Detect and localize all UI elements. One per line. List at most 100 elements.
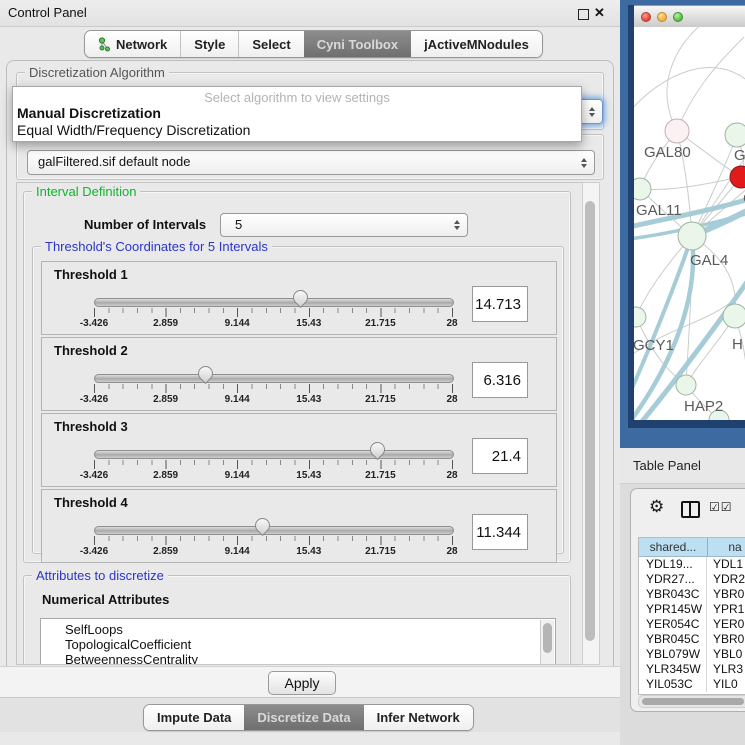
table-horizontal-scrollbar-thumb[interactable] bbox=[642, 698, 744, 705]
table-data-combobox[interactable]: galFiltered.sif default node bbox=[27, 150, 595, 175]
tab-style[interactable]: Style bbox=[181, 31, 238, 57]
settings-scroll-viewport[interactable]: Interval Definition Number of Intervals … bbox=[16, 182, 584, 665]
attributes-to-discretize-group: Attributes to discretize Numerical Attri… bbox=[23, 575, 571, 665]
table-row[interactable]: YBR043C YBR0 bbox=[639, 587, 745, 602]
control-panel-tabs: Network Style Select Cyni Toolbox jActiv… bbox=[84, 30, 543, 58]
slider-major-ticks bbox=[94, 308, 454, 317]
table-header-row: shared... na bbox=[639, 538, 745, 557]
table-row[interactable]: YLR345W YLR3 bbox=[639, 662, 745, 677]
node-gal11[interactable] bbox=[634, 178, 651, 200]
threshold-3-slider-track[interactable] bbox=[94, 450, 454, 459]
apply-strip: Apply bbox=[0, 666, 620, 698]
number-of-intervals-label: Number of Intervals bbox=[84, 217, 206, 232]
table-horizontal-scrollbar[interactable] bbox=[638, 695, 745, 708]
svg-text:GAL4: GAL4 bbox=[690, 252, 728, 269]
node-gal4[interactable] bbox=[678, 222, 706, 250]
threshold-3-panel: Threshold 3 -3.426 2.859 9.144 15.43 21.… bbox=[41, 413, 557, 487]
node-hap2[interactable] bbox=[676, 375, 696, 395]
column-header-shared-name[interactable]: shared... bbox=[639, 538, 708, 556]
tab-cyni-toolbox[interactable]: Cyni Toolbox bbox=[304, 31, 411, 57]
gear-icon[interactable]: ⚙ bbox=[649, 497, 664, 517]
group-title: Interval Definition bbox=[32, 184, 140, 199]
network-window-titlebar[interactable] bbox=[634, 5, 745, 29]
threshold-1-panel: Threshold 1 -3.426 2.859 9.144 15.43 21.… bbox=[41, 261, 557, 335]
tab-infer-network[interactable]: Infer Network bbox=[364, 705, 473, 730]
tab-label: Infer Network bbox=[377, 710, 460, 725]
threshold-3-value-field[interactable]: 21.4 bbox=[472, 438, 528, 474]
threshold-4-value-field[interactable]: 11.344 bbox=[472, 514, 528, 550]
panel-title: Control Panel bbox=[8, 0, 87, 26]
svg-text:H: H bbox=[732, 336, 743, 353]
table-row[interactable]: YBL079W YBL0 bbox=[639, 647, 745, 662]
list-item[interactable]: SelfLoops bbox=[65, 622, 123, 637]
list-item[interactable]: TopologicalCoefficient bbox=[65, 637, 191, 652]
settings-scrollbar-thumb[interactable] bbox=[585, 201, 595, 641]
column-header-name[interactable]: na bbox=[708, 538, 745, 556]
tab-label: jActiveMNodules bbox=[424, 37, 529, 52]
popup-item-manual-discretization[interactable]: Manual Discretization bbox=[17, 105, 161, 121]
spinner-value: 5 bbox=[235, 214, 242, 236]
threshold-2-value-field[interactable]: 6.316 bbox=[472, 362, 528, 398]
table-row[interactable]: YBR045C YBR0 bbox=[639, 632, 745, 647]
settings-scrollbar[interactable] bbox=[582, 182, 600, 665]
svg-text:GA: GA bbox=[734, 147, 745, 164]
list-scrollbar-thumb[interactable] bbox=[543, 623, 552, 653]
slider-tick-labels: -3.426 2.859 9.144 15.43 21.715 28 bbox=[94, 470, 452, 482]
numerical-attributes-label: Numerical Attributes bbox=[42, 592, 169, 607]
threshold-4-panel: Threshold 4 -3.426 2.859 9.144 15.43 21.… bbox=[41, 489, 557, 563]
list-item[interactable]: BetweennessCentrality bbox=[65, 652, 198, 665]
node-attribute-table[interactable]: shared... na YDL19... YDL1 YDR27... YDR2… bbox=[638, 537, 745, 695]
slider-major-ticks bbox=[94, 460, 454, 469]
thresholds-coordinates-group: Threshold's Coordinates for 5 Intervals … bbox=[32, 246, 564, 554]
node-gal80[interactable] bbox=[665, 119, 689, 143]
number-of-intervals-spinner[interactable]: 5 bbox=[220, 213, 468, 237]
tab-select[interactable]: Select bbox=[239, 31, 303, 57]
node-right-h[interactable] bbox=[723, 304, 745, 328]
table-row[interactable]: YIL053C YIL0 bbox=[639, 677, 745, 692]
algorithm-dropdown-popup: Select algorithm to view settings Manual… bbox=[12, 86, 582, 142]
cyni-mode-tabs: Impute Data Discretize Data Infer Networ… bbox=[143, 704, 474, 731]
column-layout-icon[interactable] bbox=[681, 501, 700, 518]
node-gcy1[interactable] bbox=[634, 307, 646, 327]
tab-jactivemnodules[interactable]: jActiveMNodules bbox=[411, 31, 542, 57]
threshold-2-slider-track[interactable] bbox=[94, 374, 454, 383]
svg-text:GAL80: GAL80 bbox=[644, 144, 691, 161]
threshold-label: Threshold 4 bbox=[54, 495, 128, 510]
node-top-right[interactable] bbox=[725, 123, 745, 147]
network-nodes[interactable] bbox=[634, 119, 745, 420]
popup-item-equal-width-frequency[interactable]: Equal Width/Frequency Discretization bbox=[17, 122, 250, 138]
tab-discretize-data[interactable]: Discretize Data bbox=[244, 705, 363, 730]
float-window-icon[interactable] bbox=[578, 9, 589, 20]
tab-network[interactable]: Network bbox=[85, 31, 180, 57]
threshold-4-slider-track[interactable] bbox=[94, 526, 454, 535]
minimize-traffic-light[interactable] bbox=[657, 12, 667, 22]
tab-impute-data[interactable]: Impute Data bbox=[144, 705, 244, 730]
table-row[interactable]: YDL19... YDL1 bbox=[639, 557, 745, 572]
popup-prompt: Select algorithm to view settings bbox=[13, 90, 581, 105]
network-view-canvas[interactable]: GAL80 GA C GAL11 GAL4 GCY1 H HAP2 bbox=[634, 27, 745, 420]
node-red-selected[interactable] bbox=[730, 166, 745, 188]
table-panel-titlebar: Table Panel bbox=[620, 448, 745, 484]
table-row[interactable]: YDR27... YDR2 bbox=[639, 572, 745, 587]
table-row[interactable]: YER054C YER0 bbox=[639, 617, 745, 632]
threshold-label: Threshold 3 bbox=[54, 419, 128, 434]
threshold-1-slider-track[interactable] bbox=[94, 298, 454, 307]
combo-arrows-icon bbox=[589, 107, 595, 117]
slider-major-ticks bbox=[94, 536, 454, 545]
control-panel: Control Panel ✕ Network Style bbox=[0, 0, 621, 745]
close-traffic-light[interactable] bbox=[641, 12, 651, 22]
apply-button[interactable]: Apply bbox=[268, 671, 336, 695]
list-scrollbar[interactable] bbox=[540, 620, 554, 665]
spinner-arrows-icon bbox=[454, 220, 460, 230]
zoom-traffic-light[interactable] bbox=[673, 12, 683, 22]
tab-label: Discretize Data bbox=[257, 710, 350, 725]
table-row[interactable]: YPR145W YPR1 bbox=[639, 602, 745, 617]
slider-tick-labels: -3.426 2.859 9.144 15.43 21.715 28 bbox=[94, 318, 452, 330]
tab-label: Style bbox=[194, 37, 225, 52]
numerical-attributes-list[interactable]: SelfLoops TopologicalCoefficient Between… bbox=[40, 618, 556, 665]
close-icon[interactable]: ✕ bbox=[594, 5, 605, 21]
combo-value: galFiltered.sif default node bbox=[38, 151, 190, 173]
control-panel-titlebar: Control Panel ✕ bbox=[0, 0, 620, 27]
threshold-1-value-field[interactable]: 14.713 bbox=[472, 286, 528, 322]
column-checkboxes-icon[interactable]: ☑☑ bbox=[709, 500, 733, 514]
